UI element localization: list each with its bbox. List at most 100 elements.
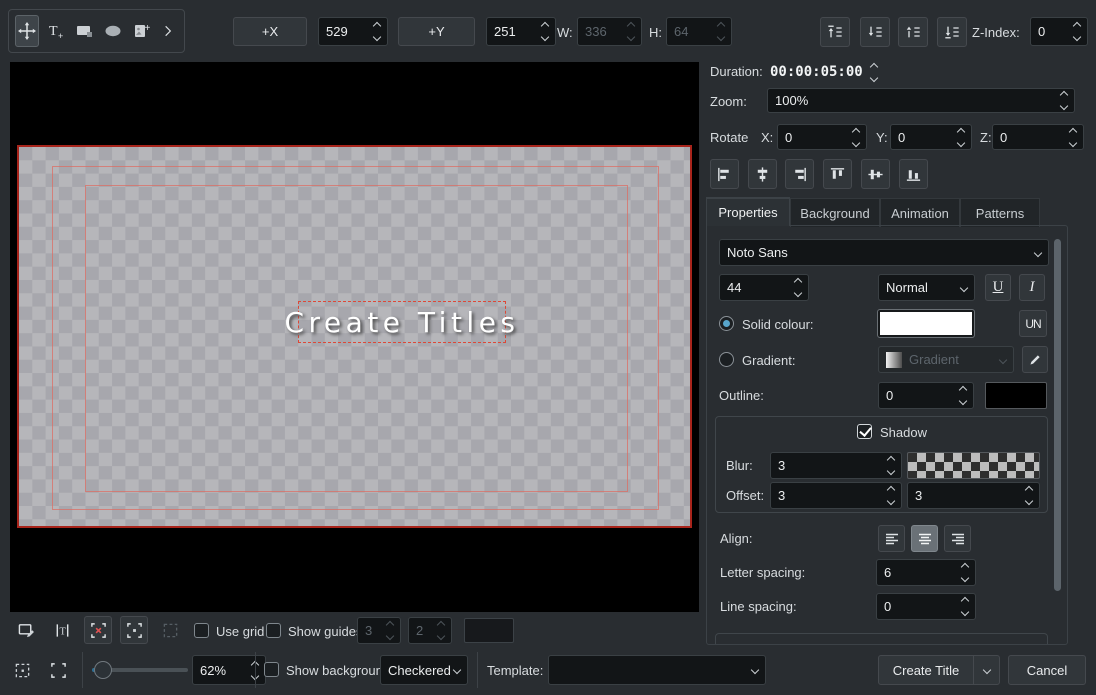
spinner-arrows[interactable] xyxy=(795,279,801,296)
font-size-spinbox[interactable]: 44 xyxy=(719,274,809,301)
text-align-left-button[interactable] xyxy=(878,525,905,552)
spinner-arrows[interactable] xyxy=(374,23,380,40)
align-horizontal-center-button[interactable] xyxy=(861,159,890,189)
lower-item-button[interactable] xyxy=(860,17,890,47)
slider-handle[interactable] xyxy=(94,661,112,679)
font-family-combobox[interactable]: Noto Sans xyxy=(719,239,1049,266)
width-spinbox[interactable]: 336 xyxy=(577,17,642,46)
z-index-spinbox[interactable]: 0 xyxy=(1030,17,1088,46)
font-weight-combobox[interactable]: Normal xyxy=(878,274,975,301)
guide-colour-swatch[interactable] xyxy=(464,618,514,643)
show-background-checkbox[interactable] xyxy=(264,662,279,677)
align-bottom-button[interactable] xyxy=(899,159,928,189)
gradient-combo-value: Gradient xyxy=(909,352,1000,367)
zoom-original-button[interactable] xyxy=(8,656,36,684)
line-spacing-spinbox[interactable]: 0 xyxy=(876,593,976,620)
duration-spinbox[interactable]: 00:00:05:00 xyxy=(770,62,900,82)
spinner-arrows[interactable] xyxy=(1061,92,1067,109)
text-align-center-button[interactable] xyxy=(911,525,938,552)
use-grid-checkbox[interactable] xyxy=(194,623,209,638)
guide-rows-spinbox[interactable]: 3 xyxy=(357,617,401,644)
blur-value: 3 xyxy=(778,458,884,473)
add-image-tool-button[interactable]: + xyxy=(131,16,153,46)
align-top-button[interactable] xyxy=(823,159,852,189)
spinner-arrows[interactable] xyxy=(888,487,894,504)
cancel-button[interactable]: Cancel xyxy=(1008,655,1086,685)
gradient-combobox[interactable]: Gradient xyxy=(878,346,1014,373)
spinner-arrows[interactable] xyxy=(1026,487,1032,504)
italic-button[interactable]: I xyxy=(1019,274,1045,301)
move-x-button[interactable]: +X xyxy=(233,17,307,46)
add-ellipse-tool-button[interactable] xyxy=(102,16,124,46)
spinner-arrows[interactable] xyxy=(888,457,894,474)
move-tool-button[interactable] xyxy=(15,15,39,47)
height-spinbox[interactable]: 64 xyxy=(666,17,732,46)
background-mode-combobox[interactable]: Checkered xyxy=(380,655,468,685)
solid-colour-swatch[interactable] xyxy=(878,310,974,337)
edit-background-icon xyxy=(18,622,35,639)
letter-spacing-spinbox[interactable]: 6 xyxy=(876,559,976,586)
fit-zone-button[interactable] xyxy=(120,616,148,644)
raise-to-top-button[interactable] xyxy=(820,17,850,47)
show-guides-checkbox[interactable] xyxy=(266,623,281,638)
offset-y-spinbox[interactable]: 3 xyxy=(907,482,1040,509)
tab-properties[interactable]: Properties xyxy=(706,197,790,226)
add-rectangle-tool-button[interactable] xyxy=(74,16,96,46)
rotate-y-spinbox[interactable]: 0 xyxy=(890,124,972,150)
x-position-spinbox[interactable]: 529 xyxy=(318,17,388,46)
spinner-arrows[interactable] xyxy=(962,564,968,581)
edit-gradient-button[interactable] xyxy=(1022,346,1048,373)
tab-background[interactable]: Background xyxy=(790,198,880,227)
lower-to-bottom-button[interactable] xyxy=(937,17,967,47)
spinner-arrows[interactable] xyxy=(962,598,968,615)
spinner-arrows[interactable] xyxy=(1070,129,1076,146)
spinner-arrows[interactable] xyxy=(1074,23,1080,40)
rotate-z-spinbox[interactable]: 0 xyxy=(992,124,1084,150)
create-title-dropdown[interactable] xyxy=(973,656,999,684)
rotate-y-label: Y: xyxy=(876,130,888,145)
insert-unicode-button[interactable]: UN xyxy=(1019,310,1047,337)
align-vertical-center-button[interactable] xyxy=(748,159,777,189)
title-text-item[interactable]: Create Titles xyxy=(298,301,506,343)
solid-colour-radio[interactable] xyxy=(719,316,734,331)
title-canvas[interactable]: Create Titles xyxy=(10,62,699,612)
gradient-radio[interactable] xyxy=(719,352,734,367)
y-position-spinbox[interactable]: 251 xyxy=(486,17,556,46)
video-frame[interactable]: Create Titles xyxy=(17,145,692,528)
spinner-arrows[interactable] xyxy=(958,129,964,146)
spinner-arrows[interactable] xyxy=(960,387,966,404)
zoom-label: Zoom: xyxy=(710,94,747,109)
spinner-arrows[interactable] xyxy=(853,129,859,146)
align-right-button[interactable] xyxy=(785,159,814,189)
create-title-split-button[interactable]: Create Title xyxy=(878,655,1000,685)
tab-animation[interactable]: Animation xyxy=(880,198,960,227)
zoom-spinbox[interactable]: 100% xyxy=(767,88,1075,113)
text-align-right-button[interactable] xyxy=(944,525,971,552)
shadow-colour-swatch[interactable] xyxy=(907,452,1040,479)
outline-width-spinbox[interactable]: 0 xyxy=(878,382,974,409)
more-tools-button[interactable] xyxy=(159,16,178,46)
move-icon xyxy=(18,22,36,40)
blur-spinbox[interactable]: 3 xyxy=(770,452,902,479)
title-safe-button[interactable]: T xyxy=(48,616,76,644)
offset-x-spinbox[interactable]: 3 xyxy=(770,482,902,509)
tab-patterns[interactable]: Patterns xyxy=(960,198,1040,227)
move-y-button[interactable]: +Y xyxy=(398,17,475,46)
align-left-button[interactable] xyxy=(710,159,739,189)
rotate-x-spinbox[interactable]: 0 xyxy=(777,124,867,150)
guide-cols-spinbox[interactable]: 2 xyxy=(408,617,452,644)
template-combobox[interactable] xyxy=(548,655,766,685)
remove-zone-button[interactable] xyxy=(84,616,112,644)
tab-label: Properties xyxy=(718,205,777,220)
selection-tool-button[interactable] xyxy=(156,616,184,644)
edit-background-button[interactable] xyxy=(12,616,40,644)
outline-colour-swatch[interactable] xyxy=(985,382,1047,409)
add-text-tool-button[interactable]: T+ xyxy=(45,16,67,46)
shadow-checkbox[interactable] xyxy=(857,424,872,439)
properties-scrollbar[interactable] xyxy=(1054,239,1061,591)
raise-item-button[interactable] xyxy=(898,17,928,47)
fit-to-view-button[interactable] xyxy=(44,656,72,684)
underline-button[interactable]: U xyxy=(985,274,1011,301)
spinner-arrows[interactable] xyxy=(542,23,548,40)
spinner-arrows[interactable] xyxy=(871,64,877,81)
